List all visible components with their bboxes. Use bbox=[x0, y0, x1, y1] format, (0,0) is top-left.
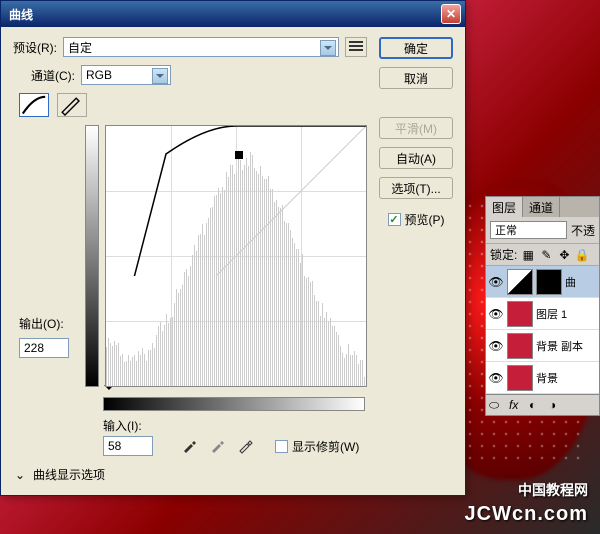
curves-dialog: 曲线 ✕ 预设(R): 自定 通道(C): RGB bbox=[0, 0, 466, 496]
visibility-icon[interactable]: 👁 bbox=[488, 306, 504, 322]
menu-icon bbox=[349, 41, 363, 53]
show-clipping-label: 显示修剪(W) bbox=[292, 438, 359, 455]
layer-name: 曲 bbox=[565, 274, 576, 290]
curve-display-options-toggle[interactable]: ⌄ 曲线显示选项 bbox=[13, 466, 367, 483]
layer-thumb bbox=[507, 301, 533, 327]
layer-row[interactable]: 👁 图层 1 bbox=[486, 298, 599, 330]
channel-label: 通道(C): bbox=[31, 67, 75, 84]
visibility-icon[interactable]: 👁 bbox=[488, 274, 504, 290]
pencil-tool[interactable] bbox=[57, 93, 87, 117]
input-input[interactable] bbox=[103, 436, 153, 456]
preset-combo[interactable]: 自定 bbox=[63, 37, 339, 57]
opacity-label: 不透 bbox=[571, 222, 595, 239]
channel-combo[interactable]: RGB bbox=[81, 65, 171, 85]
curve-path bbox=[106, 126, 406, 276]
mask-icon[interactable]: ◐ bbox=[529, 398, 543, 412]
adjustment-icon[interactable]: ◑ bbox=[549, 398, 563, 412]
tab-layers[interactable]: 图层 bbox=[486, 197, 523, 217]
white-eyedropper[interactable] bbox=[235, 438, 255, 454]
lock-position-icon[interactable]: ✥ bbox=[557, 248, 571, 262]
layer-thumb bbox=[507, 333, 533, 359]
output-label: 输出(O): bbox=[19, 315, 79, 332]
visibility-icon[interactable]: 👁 bbox=[488, 370, 504, 386]
lock-transparent-icon[interactable]: ▦ bbox=[521, 248, 535, 262]
watermark-en: JCWcn.com bbox=[465, 503, 588, 526]
input-gradient bbox=[103, 397, 365, 411]
curve-graph[interactable] bbox=[105, 125, 367, 387]
black-eyedropper[interactable] bbox=[179, 438, 199, 454]
input-label: 输入(I): bbox=[103, 417, 163, 434]
layer-mask-thumb bbox=[536, 269, 562, 295]
curve-control-point[interactable] bbox=[235, 151, 243, 159]
gray-eyedropper[interactable] bbox=[207, 438, 227, 454]
curve-point-tool[interactable] bbox=[19, 93, 49, 117]
tab-channels[interactable]: 通道 bbox=[523, 197, 560, 217]
preview-label: 预览(P) bbox=[405, 211, 445, 228]
layer-name: 图层 1 bbox=[536, 306, 567, 322]
layer-list: 👁 曲 👁 图层 1 👁 背景 副本 👁 背景 bbox=[486, 266, 599, 394]
layer-row[interactable]: 👁 曲 bbox=[486, 266, 599, 298]
layer-name: 背景 bbox=[536, 370, 558, 386]
layer-thumb bbox=[507, 365, 533, 391]
link-icon[interactable]: ⬭ bbox=[489, 398, 503, 412]
preset-label: 预设(R): bbox=[13, 39, 57, 56]
lock-label: 锁定: bbox=[490, 246, 517, 263]
chevron-down-icon: ⌄ bbox=[13, 468, 27, 482]
layer-thumb-curves bbox=[507, 269, 533, 295]
layer-name: 背景 副本 bbox=[536, 338, 583, 354]
cancel-button[interactable]: 取消 bbox=[379, 67, 453, 89]
blend-mode-combo[interactable]: 正常 bbox=[490, 221, 567, 239]
curve-display-options-label: 曲线显示选项 bbox=[33, 466, 105, 483]
dialog-title: 曲线 bbox=[5, 6, 441, 23]
close-button[interactable]: ✕ bbox=[441, 4, 461, 24]
titlebar[interactable]: 曲线 ✕ bbox=[1, 1, 465, 27]
watermark-cn: 中国教程网 bbox=[518, 480, 588, 500]
layers-panel: 图层 通道 正常 不透 锁定: ▦ ✎ ✥ 🔒 👁 曲 👁 图层 1 👁 背景 … bbox=[485, 196, 600, 416]
lock-all-icon[interactable]: 🔒 bbox=[575, 248, 589, 262]
layer-row[interactable]: 👁 背景 bbox=[486, 362, 599, 394]
visibility-icon[interactable]: 👁 bbox=[488, 338, 504, 354]
show-clipping-checkbox[interactable] bbox=[275, 440, 288, 453]
curve-icon bbox=[20, 94, 48, 116]
preset-menu-button[interactable] bbox=[345, 37, 367, 57]
pencil-icon bbox=[58, 94, 86, 116]
lock-paint-icon[interactable]: ✎ bbox=[539, 248, 553, 262]
output-input[interactable] bbox=[19, 338, 69, 358]
layer-row[interactable]: 👁 背景 副本 bbox=[486, 330, 599, 362]
ok-button[interactable]: 确定 bbox=[379, 37, 453, 59]
output-gradient bbox=[85, 125, 99, 387]
fx-icon[interactable]: fx bbox=[509, 398, 523, 412]
